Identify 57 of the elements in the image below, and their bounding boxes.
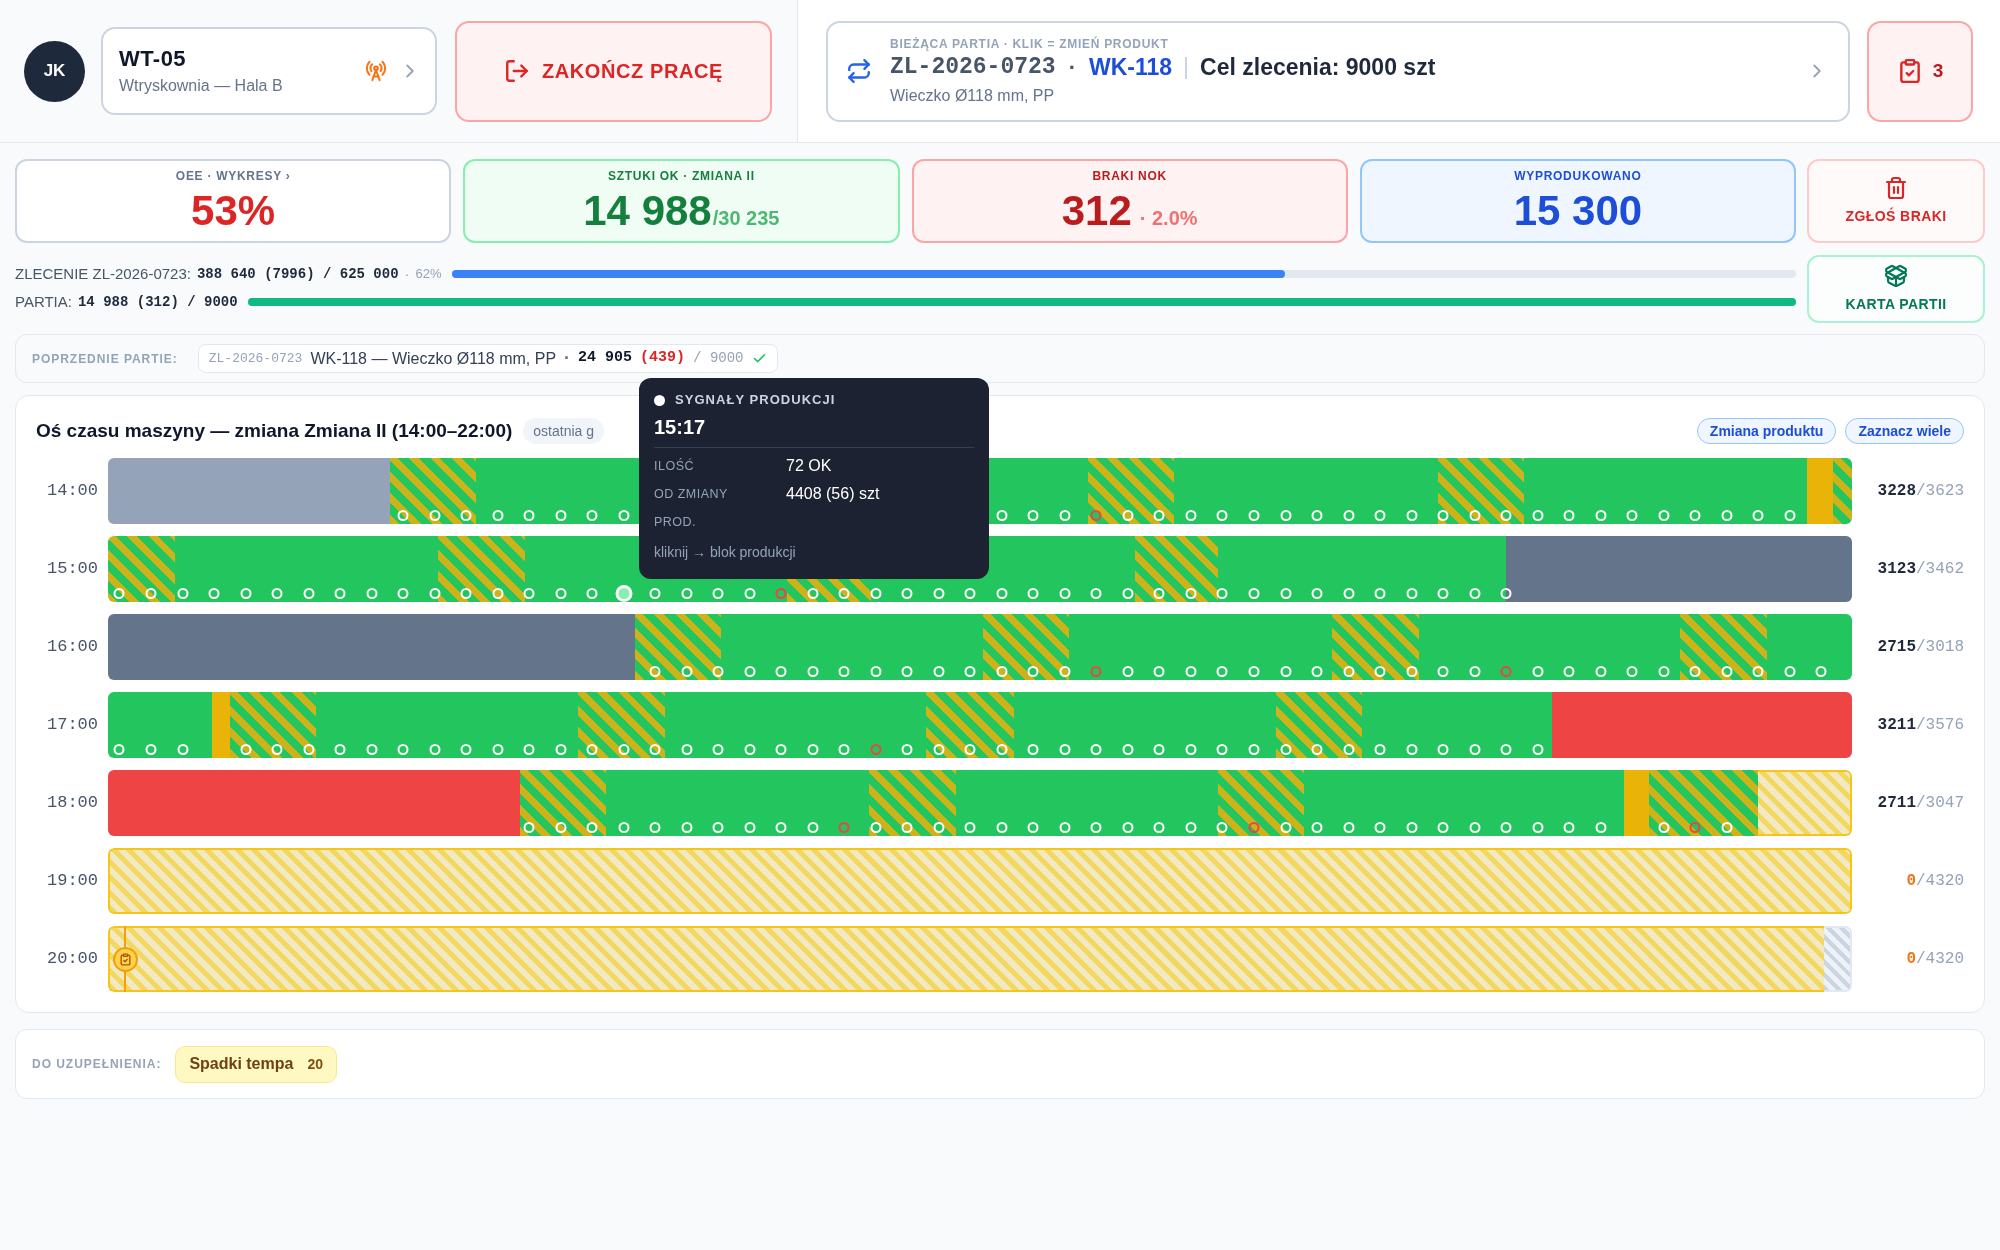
to-complete-label: DO UZUPEŁNIENIA:	[32, 1056, 162, 1073]
hour-count: 3211/3576	[1876, 715, 1964, 736]
hour-count: 2715/3018	[1876, 637, 1964, 658]
operator-avatar[interactable]: JK	[24, 40, 85, 102]
view-toggle[interactable]: ostatnia g	[523, 418, 604, 444]
signal-ring-icon[interactable]	[1090, 510, 1102, 521]
antenna-icon	[365, 60, 387, 82]
hour-label: 17:00	[46, 714, 98, 737]
tooltip-field-label: OD ZMIANY	[654, 485, 729, 503]
hour-count: 2711/3047	[1876, 793, 1964, 814]
report-defects-button[interactable]: ZGŁOŚ BRAKI	[1807, 159, 1985, 243]
progress-label: PARTIA: 14 988 (312) / 9000	[15, 291, 238, 312]
tooltip-field-value: 4408 (56) szt	[786, 484, 880, 504]
tooltip-time: 15:17	[654, 415, 707, 440]
hour-count: 0/4320	[1905, 949, 1964, 970]
timeline-title: Oś czasu maszyny — zmiana Zmiana II (14:00–22:00)	[36, 418, 513, 443]
kpi-label: BRAKI NOK	[1092, 170, 1167, 182]
kpi-value: 312 · 2.0%	[1061, 190, 1198, 232]
product-change-button[interactable]: Zmiana produktu	[1696, 418, 1837, 444]
kpi-value: 53%	[191, 190, 276, 232]
kpi-label: OEE · WYKRESY ›	[175, 170, 291, 182]
previous-batch-chip[interactable]: ZL-2026-0723 WK-118 — Wieczko Ø118 mm, PP · 24 905 (439) / 9000	[197, 344, 778, 373]
tasks-button[interactable]: 3	[1867, 20, 1973, 122]
clipboard-marker-icon[interactable]	[112, 926, 138, 992]
batch-card-button[interactable]: KARTA PARTII	[1807, 255, 1985, 323]
hour-label: 19:00	[46, 870, 98, 893]
hour-count: 0/4320	[1905, 871, 1964, 892]
hour-label: 14:00	[46, 480, 98, 503]
machine-selector[interactable]: WT-05 Wtryskownia — Hala B	[101, 27, 437, 115]
signal-ring-icon[interactable]	[1248, 822, 1260, 833]
progress-label: ZLECENIE ZL-2026-0723: 388 640 (7996) / 625 000 · 62%	[15, 263, 442, 284]
hour-label: 18:00	[46, 792, 98, 815]
hour-label: 15:00	[46, 558, 98, 581]
tooltip-field-label: ILOŚĆ	[654, 457, 695, 475]
hour-label: 20:00	[46, 948, 98, 971]
signal-ring-icon[interactable]	[1689, 822, 1701, 833]
tooltip-field-value: 72 OK	[786, 456, 832, 476]
timeline-segment	[1832, 458, 1852, 524]
tooltip-field-label: PROD.	[654, 513, 698, 531]
logout-icon	[503, 58, 530, 84]
hour-count: 3123/3462	[1876, 559, 1964, 580]
repeat-arrows-icon	[846, 58, 872, 84]
previous-batches-label: POPRZEDNIE PARTIE:	[32, 350, 178, 368]
hour-label: 16:00	[46, 636, 98, 659]
trash-icon	[1884, 175, 1908, 200]
multi-select-button[interactable]: Zaznacz wiele	[1845, 418, 1964, 444]
speed-drop-chip[interactable]: Spadki tempa 20	[175, 1045, 337, 1083]
kpi-value: 15 300	[1513, 190, 1643, 232]
finish-work-button[interactable]: ZAKOŃCZ PRACĘ	[455, 20, 772, 122]
current-batch-button[interactable]: BIEŻĄCA PARTIA · KLIK = ZMIEŃ PRODUKT ZL-2026-0723 · WK-118 Cel zlecenia: 9000 szt Wieczko Ø118 mm, PP	[826, 20, 1850, 122]
hour-count: 3228/3623	[1876, 481, 1964, 502]
tooltip-hint: kliknij → blok produkcji	[654, 543, 797, 562]
open-box-icon	[1884, 263, 1908, 288]
kpi-value: 14 988/30 235	[583, 190, 780, 232]
tooltip-title: SYGNAŁY PRODUKCJI	[675, 391, 836, 410]
kpi-label: SZTUKI OK · ZMIANA II	[608, 170, 755, 182]
kpi-label: WYPRODUKOWANO	[1514, 170, 1642, 182]
